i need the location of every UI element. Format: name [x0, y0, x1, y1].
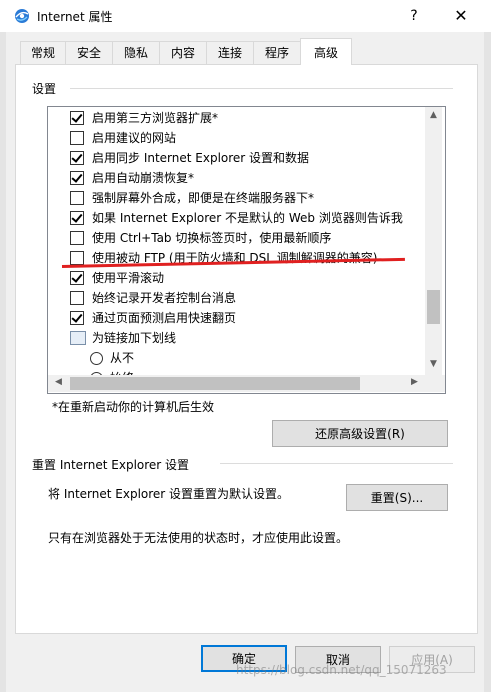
radio-button[interactable]: [90, 352, 103, 365]
checkbox-checked[interactable]: [70, 171, 84, 185]
window-right-edge: [484, 0, 491, 692]
scroll-right-arrow-icon[interactable]: ▶: [406, 377, 423, 387]
window-title: Internet 属性: [37, 10, 113, 24]
checkbox-checked[interactable]: [70, 311, 84, 325]
tab-programs[interactable]: 程序: [253, 41, 301, 64]
list-item-label: 使用平滑滚动: [92, 271, 165, 285]
settings-group-label: 设置: [32, 80, 61, 97]
scrollbar-corner: [425, 375, 445, 392]
restore-advanced-settings-button[interactable]: 还原高级设置(R): [272, 420, 448, 447]
list-item-label: 启用自动崩溃恢复*: [92, 171, 195, 185]
list-item-label: 始终记录开发者控制台消息: [92, 291, 237, 305]
reset-button[interactable]: 重置(S)...: [346, 484, 448, 511]
checkbox[interactable]: [70, 131, 84, 145]
close-button[interactable]: ✕: [443, 2, 479, 30]
tab-connections[interactable]: 连接: [206, 41, 254, 64]
checkbox[interactable]: [70, 291, 84, 305]
list-item-label: 使用 Ctrl+Tab 切换标签页时，使用最新顺序: [92, 231, 332, 245]
reset-group-divider: [220, 463, 453, 464]
horizontal-scroll-thumb[interactable]: [70, 377, 360, 390]
list-item-label: 为链接加下划线: [92, 331, 177, 345]
reset-group-label: 重置 Internet Explorer 设置: [32, 456, 194, 473]
vertical-scrollbar[interactable]: ▲ ▼: [425, 107, 442, 377]
checkbox-checked[interactable]: [70, 211, 84, 225]
list-item-label: 通过页面预测启用快速翻页: [92, 311, 237, 325]
scroll-down-arrow-icon[interactable]: ▼: [425, 359, 442, 369]
checkbox[interactable]: [70, 191, 84, 205]
horizontal-scrollbar[interactable]: ◀ ▶: [48, 375, 425, 392]
scroll-up-arrow-icon[interactable]: ▲: [425, 110, 442, 120]
checkbox-checked[interactable]: [70, 151, 84, 165]
window-left-edge: [0, 0, 6, 692]
tab-content[interactable]: 内容: [159, 41, 207, 64]
checkbox[interactable]: [70, 251, 84, 265]
checkbox[interactable]: [70, 231, 84, 245]
scroll-left-arrow-icon[interactable]: ◀: [50, 377, 67, 387]
list-item-label: 强制屏幕外合成，即便是在终端服务器下*: [92, 191, 315, 205]
tab-advanced[interactable]: 高级: [300, 38, 352, 65]
list-item-label: 启用第三方浏览器扩展*: [92, 111, 219, 125]
list-item-label: 启用同步 Internet Explorer 设置和数据: [92, 151, 310, 165]
vertical-scroll-thumb[interactable]: [427, 290, 440, 324]
restart-note: *在重新启动你的计算机后生效: [52, 400, 215, 414]
title-bar[interactable]: Internet 属性 ? ✕: [0, 0, 491, 32]
checkbox-checked[interactable]: [70, 111, 84, 125]
reset-description: 将 Internet Explorer 设置重置为默认设置。: [48, 487, 290, 501]
list-item-label: 从不: [110, 351, 135, 365]
settings-list[interactable]: 启用第三方浏览器扩展* 启用建议的网站 启用同步 Internet Explor…: [47, 106, 446, 394]
settings-folder-icon: [70, 331, 86, 345]
settings-group-divider: [70, 88, 453, 89]
tab-privacy[interactable]: 隐私: [112, 41, 160, 64]
watermark-text: https://blog.csdn.net/qq_15071263: [236, 663, 447, 677]
checkbox-checked[interactable]: [70, 271, 84, 285]
help-button[interactable]: ?: [396, 2, 432, 30]
tab-general[interactable]: 常规: [20, 41, 66, 64]
reset-note: 只有在浏览器处于无法使用的状态时，才应使用此设置。: [48, 531, 349, 545]
tab-security[interactable]: 安全: [65, 41, 113, 64]
list-item-label: 启用建议的网站: [92, 131, 177, 145]
internet-explorer-icon: [15, 9, 29, 23]
list-item-label: 如果 Internet Explorer 不是默认的 Web 浏览器则告诉我: [92, 211, 403, 225]
